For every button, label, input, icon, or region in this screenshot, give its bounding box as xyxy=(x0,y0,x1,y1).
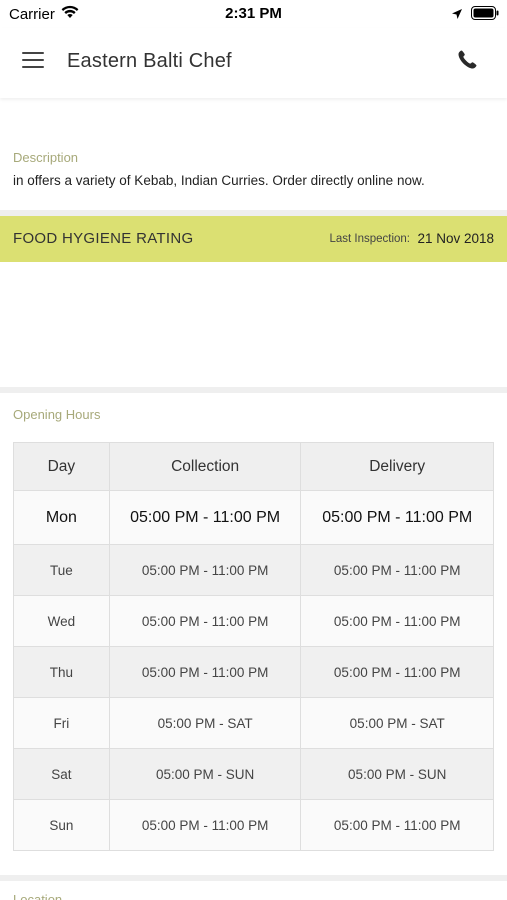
table-row: Sat 05:00 PM - SUN 05:00 PM - SUN xyxy=(13,748,494,800)
collection-cell: 05:00 PM - 11:00 PM xyxy=(108,646,302,698)
table-row: Fri 05:00 PM - SAT 05:00 PM - SAT xyxy=(13,697,494,749)
day-cell: Sat xyxy=(13,748,110,800)
collection-cell: 05:00 PM - SUN xyxy=(108,748,302,800)
status-time: 2:31 PM xyxy=(225,5,282,22)
table-row: Tue 05:00 PM - 11:00 PM 05:00 PM - 11:00… xyxy=(13,544,494,596)
phone-icon[interactable] xyxy=(455,48,481,74)
day-cell: Wed xyxy=(13,595,110,647)
hygiene-rating-bar: FOOD HYGIENE RATING Last Inspection: 21 … xyxy=(0,216,507,262)
last-inspection-date: 21 Nov 2018 xyxy=(417,231,494,246)
delivery-cell: 05:00 PM - 11:00 PM xyxy=(300,646,494,698)
column-header-delivery: Delivery xyxy=(300,442,494,491)
collection-cell: 05:00 PM - 11:00 PM xyxy=(108,544,302,596)
hamburger-menu-icon[interactable] xyxy=(22,52,46,72)
section-divider xyxy=(0,875,507,881)
location-label: Location xyxy=(13,892,63,900)
column-header-day: Day xyxy=(13,442,110,491)
table-row: Wed 05:00 PM - 11:00 PM 05:00 PM - 11:00… xyxy=(13,595,494,647)
delivery-cell: 05:00 PM - 11:00 PM xyxy=(300,490,494,545)
day-cell: Mon xyxy=(13,490,110,545)
day-cell: Tue xyxy=(13,544,110,596)
last-inspection-label: Last Inspection: xyxy=(329,233,410,245)
table-header-row: Day Collection Delivery xyxy=(13,442,494,491)
day-cell: Thu xyxy=(13,646,110,698)
day-cell: Sun xyxy=(13,799,110,851)
day-cell: Fri xyxy=(13,697,110,749)
description-text: in offers a variety of Kebab, Indian Cur… xyxy=(13,173,425,188)
collection-cell: 05:00 PM - 11:00 PM xyxy=(108,595,302,647)
table-row: Mon 05:00 PM - 11:00 PM 05:00 PM - 11:00… xyxy=(13,490,494,545)
location-arrow-icon xyxy=(451,7,463,24)
column-header-collection: Collection xyxy=(108,442,302,491)
status-right xyxy=(451,6,499,24)
section-divider xyxy=(0,387,507,393)
delivery-cell: 05:00 PM - SAT xyxy=(300,697,494,749)
page-title: Eastern Balti Chef xyxy=(67,50,232,72)
opening-hours-table: Day Collection Delivery Mon 05:00 PM - 1… xyxy=(13,442,494,851)
opening-hours-label: Opening Hours xyxy=(13,407,101,422)
delivery-cell: 05:00 PM - 11:00 PM xyxy=(300,544,494,596)
hygiene-rating-title: FOOD HYGIENE RATING xyxy=(13,230,194,247)
delivery-cell: 05:00 PM - SUN xyxy=(300,748,494,800)
table-row: Sun 05:00 PM - 11:00 PM 05:00 PM - 11:00… xyxy=(13,799,494,851)
delivery-cell: 05:00 PM - 11:00 PM xyxy=(300,799,494,851)
collection-cell: 05:00 PM - 11:00 PM xyxy=(108,490,302,545)
collection-cell: 05:00 PM - 11:00 PM xyxy=(108,799,302,851)
delivery-cell: 05:00 PM - 11:00 PM xyxy=(300,595,494,647)
table-row: Thu 05:00 PM - 11:00 PM 05:00 PM - 11:00… xyxy=(13,646,494,698)
status-bar: Carrier 2:31 PM xyxy=(0,0,507,28)
battery-icon xyxy=(471,6,499,24)
app-header: Eastern Balti Chef xyxy=(0,28,507,98)
collection-cell: 05:00 PM - SAT xyxy=(108,697,302,749)
description-label: Description xyxy=(13,150,79,165)
